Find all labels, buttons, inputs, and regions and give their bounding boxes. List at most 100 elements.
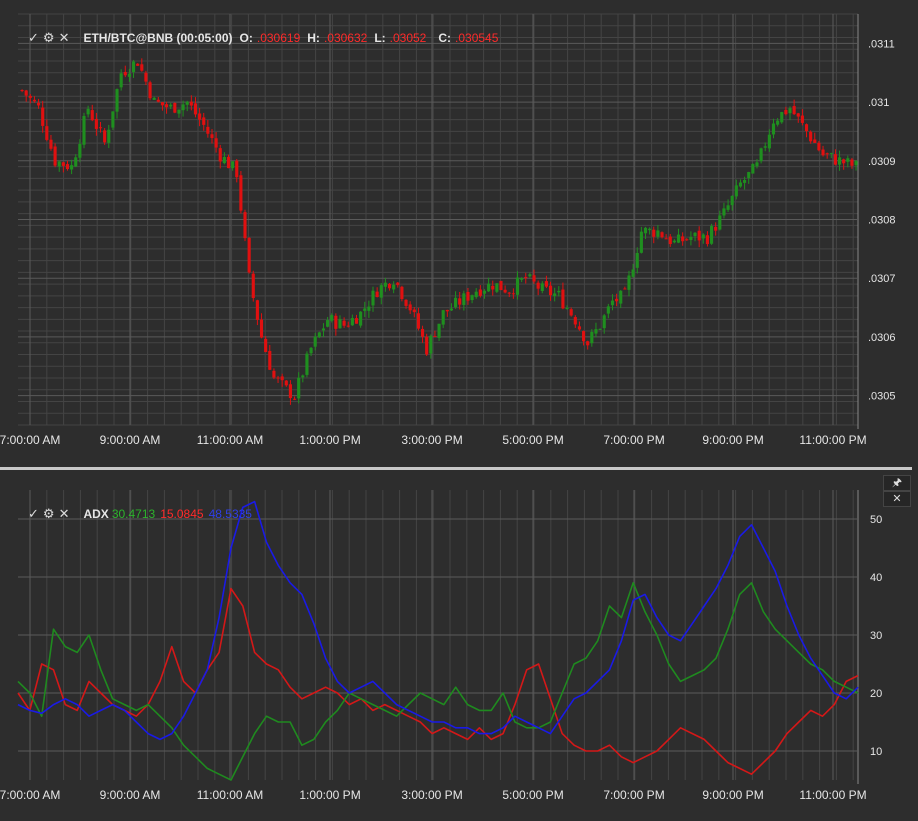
candle-body bbox=[301, 375, 305, 378]
candle-body bbox=[330, 315, 334, 321]
candle-body bbox=[747, 172, 751, 179]
candle-body bbox=[206, 126, 210, 134]
candle-body bbox=[697, 230, 701, 241]
candle-body bbox=[565, 308, 569, 310]
candle-body bbox=[90, 110, 94, 121]
candle-body bbox=[57, 161, 61, 167]
candle-body bbox=[264, 338, 268, 353]
x-tick-label: 11:00:00 PM bbox=[799, 788, 866, 802]
candle-body bbox=[235, 160, 239, 178]
candle-body bbox=[272, 370, 276, 378]
candle-body bbox=[338, 319, 342, 329]
candle-body bbox=[354, 318, 359, 324]
candle-body bbox=[656, 230, 660, 237]
candle-body bbox=[247, 237, 251, 273]
candle-body bbox=[482, 290, 487, 294]
plus-di-value: 30.4713 bbox=[111, 507, 156, 521]
candle-body bbox=[804, 124, 809, 132]
candle-body bbox=[107, 129, 111, 143]
candle-body bbox=[326, 320, 330, 327]
candle-body bbox=[730, 195, 734, 206]
candle-body bbox=[685, 239, 689, 241]
candle-body bbox=[734, 185, 738, 197]
gear-icon[interactable]: ⚙ bbox=[43, 506, 55, 522]
candle-body bbox=[491, 285, 495, 290]
candle-body bbox=[268, 350, 272, 370]
candle-body bbox=[536, 282, 540, 289]
panel-close-icon[interactable]: ✕ bbox=[883, 491, 911, 507]
symbol-label: ETH/BTC@BNB (00:05:00) bbox=[83, 31, 233, 45]
candle-body bbox=[635, 252, 639, 268]
candle-body bbox=[103, 130, 107, 143]
candle-body bbox=[392, 284, 396, 290]
close-icon[interactable]: ✕ bbox=[59, 30, 70, 46]
chart-canvas[interactable]: .0305 .0306 .0307 .0308 .0309 .031 .0311 7:00:0… bbox=[0, 0, 918, 821]
candle-body bbox=[610, 300, 615, 306]
candle-body bbox=[846, 158, 850, 162]
y-tick-label: 10 bbox=[870, 746, 882, 758]
candle-body bbox=[49, 139, 53, 149]
candle-body bbox=[433, 335, 437, 337]
candle-body bbox=[548, 285, 553, 296]
candle-body bbox=[165, 104, 169, 108]
candle-body bbox=[173, 102, 177, 113]
minus-di-value: 15.0845 bbox=[160, 507, 204, 521]
candle-body bbox=[462, 293, 466, 306]
candle-body bbox=[726, 205, 730, 210]
candle-body bbox=[619, 290, 623, 304]
check-icon[interactable]: ✓ bbox=[28, 506, 39, 522]
x-tick-label: 11:00:00 PM bbox=[799, 433, 866, 447]
candle-body bbox=[676, 234, 681, 243]
candle-body bbox=[544, 281, 548, 287]
candle-body bbox=[70, 165, 74, 170]
candle-body bbox=[425, 336, 429, 355]
candle-body bbox=[280, 376, 284, 381]
candle-body bbox=[842, 159, 846, 164]
candle-body bbox=[78, 143, 82, 158]
candle-body bbox=[231, 161, 235, 169]
gear-icon[interactable]: ⚙ bbox=[43, 30, 55, 46]
candle-body bbox=[586, 341, 590, 346]
y-tick-label: .0311 bbox=[868, 38, 895, 50]
candle-body bbox=[305, 353, 309, 375]
candle-body bbox=[763, 146, 767, 148]
close-icon[interactable]: ✕ bbox=[59, 506, 70, 522]
candle-body bbox=[243, 212, 247, 239]
candle-body bbox=[251, 273, 255, 299]
candle-body bbox=[313, 336, 317, 347]
candle-body bbox=[309, 347, 313, 354]
candle-body bbox=[255, 300, 259, 320]
candle-body bbox=[648, 228, 652, 231]
candle-body bbox=[524, 276, 528, 279]
candle-body bbox=[553, 293, 557, 297]
candle-body bbox=[532, 275, 536, 282]
x-tick-label: 5:00:00 PM bbox=[502, 788, 563, 802]
candle-body bbox=[660, 232, 664, 238]
x-tick-label: 1:00:00 PM bbox=[299, 788, 360, 802]
x-tick-label: 11:00:00 AM bbox=[197, 433, 264, 447]
candle-body bbox=[136, 63, 140, 66]
x-tick-label: 11:00:00 AM bbox=[197, 788, 264, 802]
adx-legend: ✓ ⚙ ✕ ADX 30.4713 15.0845 48.5335 bbox=[28, 506, 252, 522]
price-legend: ✓ ⚙ ✕ ETH/BTC@BNB (00:05:00) O: .030619 … bbox=[28, 30, 498, 46]
candle-body bbox=[643, 227, 648, 234]
candle-body bbox=[86, 108, 90, 115]
candle-body bbox=[53, 146, 57, 166]
candle-body bbox=[854, 161, 858, 166]
pin-icon[interactable]: 🖈 bbox=[883, 475, 911, 491]
candle-body bbox=[420, 328, 425, 337]
candle-body bbox=[404, 299, 408, 306]
candle-body bbox=[784, 109, 788, 115]
candle-body bbox=[606, 306, 610, 314]
candles bbox=[20, 58, 858, 405]
candle-body bbox=[771, 123, 776, 135]
candle-body bbox=[140, 64, 144, 71]
y-tick-label: .0306 bbox=[868, 332, 896, 344]
y-tick-label: 40 bbox=[870, 572, 882, 584]
candle-body bbox=[743, 180, 747, 183]
candle-body bbox=[623, 288, 627, 290]
check-icon[interactable]: ✓ bbox=[28, 30, 39, 46]
open-value: .030619 bbox=[256, 31, 301, 45]
adx-label: ADX bbox=[83, 507, 109, 521]
candle-body bbox=[226, 156, 231, 169]
